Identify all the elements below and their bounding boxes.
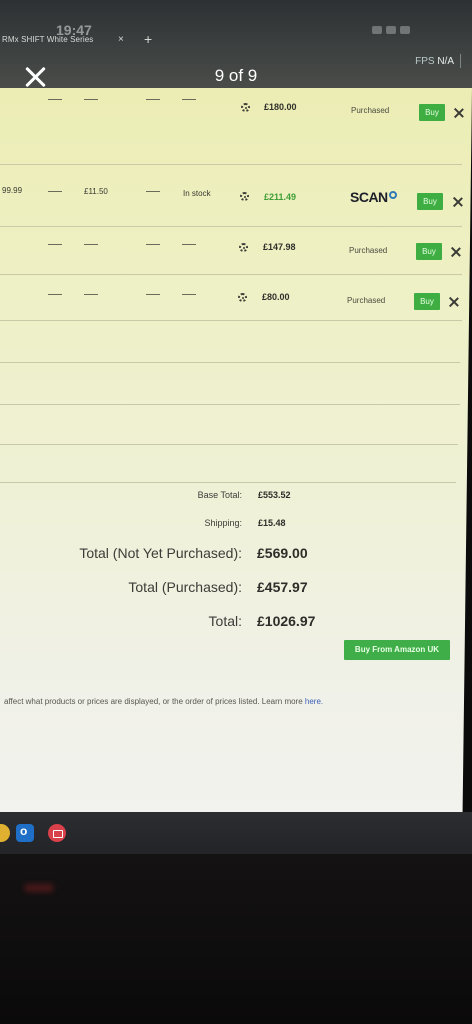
learn-more-link[interactable]: here. xyxy=(305,697,323,706)
row-availability: In stock xyxy=(183,189,211,198)
buy-button[interactable]: Buy xyxy=(414,293,440,310)
dash-mark xyxy=(84,99,98,100)
gear-icon[interactable] xyxy=(239,243,248,252)
remove-icon[interactable] xyxy=(452,196,464,208)
base-total-value: £553.52 xyxy=(258,490,291,500)
grand-total-label: Total: xyxy=(208,613,242,629)
outlook-icon[interactable] xyxy=(16,824,34,842)
dash-mark xyxy=(48,99,62,100)
purchased-total-value: £457.97 xyxy=(257,579,308,595)
taskbar-red-app-icon[interactable] xyxy=(48,824,66,842)
dash-mark xyxy=(48,191,62,192)
taskbar-app-icon[interactable] xyxy=(0,824,10,842)
row-divider xyxy=(0,320,462,321)
dash-mark xyxy=(84,244,98,245)
row-divider xyxy=(0,444,458,445)
buy-button[interactable]: Buy xyxy=(417,193,443,210)
not-purchased-total-label: Total (Not Yet Purchased): xyxy=(79,545,242,561)
gear-icon[interactable] xyxy=(238,293,247,302)
buy-button[interactable]: Buy xyxy=(416,243,442,260)
new-tab-icon[interactable]: + xyxy=(144,31,152,47)
row-divider xyxy=(0,482,456,483)
row-total-price: £211.49 xyxy=(264,192,297,202)
row-store-label: Purchased xyxy=(351,106,390,115)
row-shipping: £11.50 xyxy=(84,187,108,196)
gear-icon[interactable] xyxy=(241,103,250,112)
taskbar xyxy=(0,812,472,854)
scan-logo[interactable]: SCAN xyxy=(350,189,397,205)
row-divider xyxy=(0,274,462,275)
grand-total-value: £1026.97 xyxy=(257,613,316,629)
bezel-light-reflection xyxy=(24,884,54,892)
dash-mark xyxy=(146,244,160,245)
dash-mark xyxy=(146,294,160,295)
image-counter: 9 of 9 xyxy=(214,66,258,85)
dash-mark xyxy=(48,244,62,245)
disclaimer-body: affect what products or prices are displ… xyxy=(4,697,303,706)
browser-tab-bar: RMx SHIFT White Series × + xyxy=(0,26,472,52)
dash-mark xyxy=(182,99,196,100)
row-total-price: £180.00 xyxy=(264,102,297,112)
monitor-bezel xyxy=(0,854,472,1024)
dash-mark xyxy=(84,294,98,295)
remove-icon[interactable] xyxy=(453,107,465,119)
row-total-price: £80.00 xyxy=(262,292,290,302)
row-total-price: £147.98 xyxy=(263,242,296,252)
buy-button[interactable]: Buy xyxy=(419,104,445,121)
dash-mark xyxy=(146,99,160,100)
logo-dot xyxy=(388,191,397,199)
purchased-total-label: Total (Purchased): xyxy=(128,579,242,595)
row-divider xyxy=(0,226,462,227)
buy-from-amazon-button[interactable]: Buy From Amazon UK xyxy=(344,640,450,660)
tab-close-icon[interactable]: × xyxy=(118,34,124,45)
disclaimer-text: affect what products or prices are displ… xyxy=(4,697,323,706)
remove-icon[interactable] xyxy=(448,296,460,308)
row-divider xyxy=(0,404,460,405)
remove-icon[interactable] xyxy=(450,246,462,258)
row-divider xyxy=(0,362,460,363)
product-page: £180.00 Purchased Buy 99.99 £11.50 In st… xyxy=(0,88,472,813)
dash-mark xyxy=(146,191,160,192)
base-total-label: Base Total: xyxy=(197,490,242,500)
dash-mark xyxy=(182,244,196,245)
dash-mark xyxy=(182,294,196,295)
row-base-price: 99.99 xyxy=(2,186,23,195)
dash-mark xyxy=(48,294,62,295)
row-store-label: Purchased xyxy=(349,246,388,255)
shipping-label: Shipping: xyxy=(204,518,242,528)
shipping-value: £15.48 xyxy=(258,518,286,528)
not-purchased-total-value: £569.00 xyxy=(257,545,308,561)
browser-tab-title[interactable]: RMx SHIFT White Series xyxy=(2,35,93,44)
store-name: SCAN xyxy=(350,189,388,205)
row-divider xyxy=(0,164,462,165)
row-store-label: Purchased xyxy=(347,296,386,305)
gear-icon[interactable] xyxy=(240,192,249,201)
